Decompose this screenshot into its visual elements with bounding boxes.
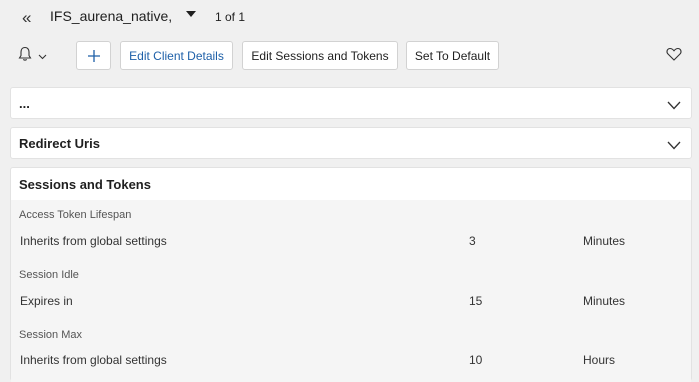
chevron-down-icon[interactable] [667, 97, 681, 115]
page-header: « IFS_aurena_native, 1 of 1 [0, 0, 699, 36]
caret-down-icon[interactable] [186, 11, 196, 17]
chevron-down-icon[interactable] [667, 137, 681, 155]
bell-icon [18, 46, 32, 67]
command-toolbar: Edit Client Details Edit Sessions and To… [0, 40, 699, 72]
record-title: IFS_aurena_native, [50, 8, 173, 24]
session-max-description: Inherits from global settings [20, 353, 167, 367]
set-to-default-button[interactable]: Set To Default [406, 41, 499, 70]
redirect-uris-panel[interactable]: Redirect Uris [10, 127, 692, 159]
access-token-lifespan-label: Access Token Lifespan [19, 209, 132, 221]
edit-sessions-tokens-button[interactable]: Edit Sessions and Tokens [242, 41, 398, 70]
panel-title: ... [19, 96, 30, 111]
record-pager: 1 of 1 [215, 10, 246, 24]
heart-icon[interactable] [666, 47, 682, 66]
access-token-lifespan-description: Inherits from global settings [20, 234, 167, 248]
session-max-unit: Hours [583, 353, 616, 367]
session-idle-description: Expires in [20, 294, 73, 308]
access-token-lifespan-value: 3 [469, 234, 476, 248]
sessions-fields: Access Token Lifespan Inherits from glob… [11, 200, 691, 382]
add-button[interactable] [76, 41, 111, 70]
edit-client-details-button[interactable]: Edit Client Details [120, 41, 233, 70]
notifications-menu[interactable] [18, 46, 47, 66]
access-token-lifespan-unit: Minutes [583, 234, 626, 248]
plus-icon [87, 49, 100, 62]
session-idle-value: 15 [469, 294, 483, 308]
general-panel[interactable]: ... [10, 87, 692, 119]
chevron-down-icon [38, 47, 47, 65]
session-idle-unit: Minutes [583, 294, 626, 308]
panel-title: Sessions and Tokens [19, 177, 151, 192]
panel-title: Redirect Uris [19, 136, 100, 151]
double-chevron-left-icon[interactable]: « [22, 8, 32, 28]
sessions-tokens-panel: Sessions and Tokens Access Token Lifespa… [10, 167, 692, 382]
session-max-value: 10 [469, 353, 483, 367]
session-max-label: Session Max [19, 329, 82, 341]
session-idle-label: Session Idle [19, 269, 79, 281]
